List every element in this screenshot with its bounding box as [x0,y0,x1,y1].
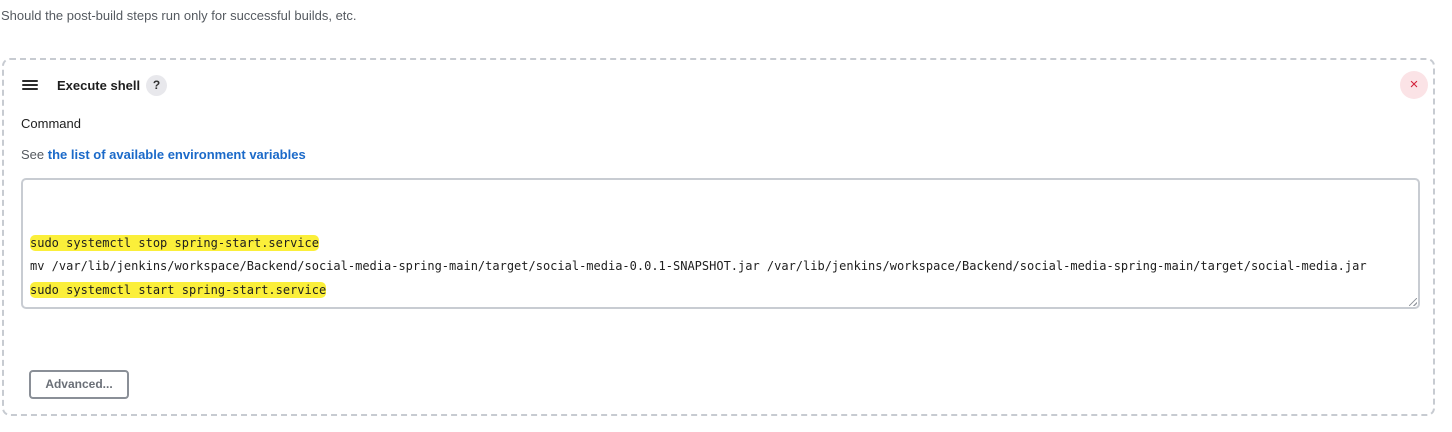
close-icon[interactable]: × [1400,71,1428,99]
hamburger-icon[interactable] [22,80,38,92]
command-line-1: sudo systemctl stop spring-start.service [30,235,319,251]
env-vars-hint: See the list of available environment va… [21,147,306,162]
help-text: Should the post-build steps run only for… [1,8,357,23]
command-editor[interactable]: sudo systemctl stop spring-start.service… [21,178,1420,309]
resize-handle-icon[interactable] [1409,298,1417,306]
command-line: mv /var/lib/jenkins/workspace/Backend/so… [30,258,1367,274]
see-prefix: See [21,147,45,162]
help-icon[interactable]: ? [146,75,167,96]
env-vars-link[interactable]: the list of available environment variab… [48,147,306,162]
execute-shell-step: Execute shell ? × Command See the list o… [2,58,1435,416]
step-title: Execute shell [57,78,141,93]
command-line-3: sudo systemctl start spring-start.servic… [30,282,327,298]
command-line: sudo systemctl stop spring-start.service [30,235,319,251]
advanced-button[interactable]: Advanced... [29,370,129,399]
command-label: Command [21,116,81,131]
command-line: sudo systemctl start spring-start.servic… [30,282,327,298]
command-line-2: mv /var/lib/jenkins/workspace/Backend/so… [30,259,1367,273]
